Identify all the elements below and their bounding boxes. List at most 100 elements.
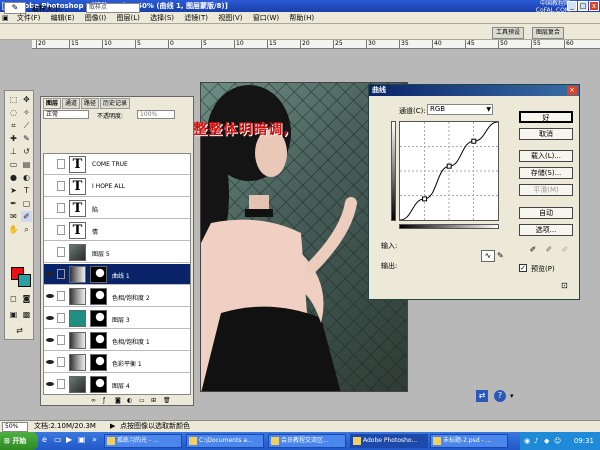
save-button[interactable]: 存储(S)...: [519, 167, 573, 179]
tray-network-icon[interactable]: ◉: [524, 432, 530, 450]
layer-row[interactable]: 色彩平衡 1: [44, 352, 190, 373]
layer-mask-thumbnail[interactable]: [90, 354, 107, 371]
taskbar-button[interactable]: 会员教程交流区...: [268, 434, 346, 448]
layer-row[interactable]: 色相/饱和度 2: [44, 286, 190, 307]
notes-icon[interactable]: ✉: [8, 211, 19, 222]
layer-row[interactable]: T情: [44, 220, 190, 241]
screen-mode-icon[interactable]: ▣: [8, 309, 19, 320]
quicklaunch-folder-icon[interactable]: ▣: [78, 435, 86, 444]
visibility-eye-icon[interactable]: [46, 293, 54, 299]
auto-button[interactable]: 自动: [519, 207, 573, 219]
layer-link-box[interactable]: [57, 203, 65, 213]
quick-mask-icon[interactable]: ◙: [21, 293, 32, 304]
load-button[interactable]: 载入(L)...: [519, 150, 573, 162]
visibility-eye-icon[interactable]: [46, 271, 54, 277]
menu-window[interactable]: 窗口(W): [249, 12, 283, 24]
layer-row[interactable]: 图层 4: [44, 374, 190, 394]
layer-style-icon[interactable]: ƒ: [103, 397, 105, 404]
curve-control-point[interactable]: [471, 138, 477, 144]
menu-filter[interactable]: 滤镜(T): [180, 12, 212, 24]
close-button[interactable]: x: [589, 1, 599, 11]
dropdown-arrow-icon[interactable]: ▾: [510, 390, 520, 402]
layer-link-box[interactable]: [57, 335, 65, 345]
eyedropper-icon[interactable]: ✎: [4, 2, 26, 14]
quicklaunch-ie-icon[interactable]: e: [42, 435, 47, 444]
layer-link-box[interactable]: [57, 269, 65, 279]
sample-size-select[interactable]: 取样点: [86, 3, 140, 13]
preview-checkbox[interactable]: ✓: [519, 264, 527, 272]
tab-channels[interactable]: 通道: [62, 98, 81, 109]
tray-volume-icon[interactable]: ♪: [534, 432, 538, 450]
tab-history[interactable]: 历史记录: [100, 98, 131, 109]
layer-row[interactable]: 图层 3: [44, 308, 190, 329]
clone-stamp-icon[interactable]: ⊥: [8, 146, 19, 157]
layer-link-box[interactable]: [57, 357, 65, 367]
fullscreen-mode-icon[interactable]: ▩: [21, 309, 32, 320]
layer-mask-thumbnail[interactable]: [90, 288, 107, 305]
history-brush-icon[interactable]: ↺: [21, 146, 32, 157]
visibility-eye-icon[interactable]: [46, 205, 54, 211]
link-layers-icon[interactable]: ∞: [91, 397, 96, 404]
layer-row[interactable]: T I HOPE ALL: [44, 176, 190, 197]
tab-layers[interactable]: 图层: [43, 98, 62, 109]
new-layer-icon[interactable]: ⊞: [151, 397, 156, 404]
layer-row[interactable]: 色相/饱和度 1: [44, 330, 190, 351]
menu-select[interactable]: 选择(S): [146, 12, 178, 24]
gradient-icon[interactable]: ▤: [21, 159, 32, 170]
marquee-icon[interactable]: ⬚: [8, 94, 19, 105]
maximize-button[interactable]: □: [578, 1, 588, 11]
curve-plot[interactable]: [400, 122, 498, 220]
eyedropper-tool-icon[interactable]: ✐: [21, 211, 32, 222]
layer-mask-thumbnail[interactable]: [90, 266, 107, 283]
layer-link-box[interactable]: [57, 313, 65, 323]
move-icon[interactable]: ✥: [21, 94, 32, 105]
imageready-icon[interactable]: ⇄: [14, 325, 25, 336]
tray-im-icon[interactable]: ☺: [554, 432, 561, 450]
layer-link-box[interactable]: [57, 159, 65, 169]
healing-brush-icon[interactable]: ✚: [8, 133, 19, 144]
visibility-eye-icon[interactable]: [46, 315, 54, 321]
zoom-field[interactable]: 50%: [2, 422, 28, 432]
crop-icon[interactable]: ⌗: [8, 120, 19, 131]
layer-row[interactable]: T陷: [44, 198, 190, 219]
taskbar-button[interactable]: 孤练习的光 - ...: [104, 434, 182, 448]
blur-icon[interactable]: ●: [8, 172, 19, 183]
new-group-icon[interactable]: ▭: [139, 397, 145, 404]
tab-paths[interactable]: 路径: [81, 98, 100, 109]
ok-button[interactable]: 好: [519, 111, 573, 123]
delete-layer-icon[interactable]: 🗑: [163, 397, 171, 404]
quicklaunch-media-icon[interactable]: ▶: [66, 435, 72, 444]
channel-select[interactable]: RGB ▼: [427, 104, 493, 115]
blend-mode-select[interactable]: 正常: [43, 110, 89, 119]
add-mask-icon[interactable]: ◙: [115, 397, 121, 404]
slice-icon[interactable]: ⟋: [21, 120, 32, 131]
white-point-eyedropper-icon[interactable]: ✐: [561, 245, 569, 255]
eraser-icon[interactable]: ▭: [8, 159, 19, 170]
curve-mode-icon[interactable]: ∿: [481, 250, 495, 262]
layer-link-box[interactable]: [57, 247, 65, 257]
layer-mask-thumbnail[interactable]: [90, 376, 107, 393]
visibility-eye-icon[interactable]: [46, 183, 54, 189]
menu-view[interactable]: 视图(V): [214, 12, 246, 24]
visibility-eye-icon[interactable]: [46, 227, 54, 233]
quicklaunch-desktop-icon[interactable]: ▭: [54, 435, 62, 444]
taskbar-button[interactable]: C:\Documents a...: [186, 434, 264, 448]
hand-icon[interactable]: ✋: [8, 224, 19, 235]
quicklaunch-more-icon[interactable]: »: [92, 435, 97, 444]
options-button[interactable]: 选项...: [519, 224, 573, 236]
layer-row[interactable]: 图层 5: [44, 242, 190, 263]
type-icon[interactable]: T: [21, 185, 32, 196]
gray-point-eyedropper-icon[interactable]: ✐: [545, 245, 553, 255]
curve-control-point[interactable]: [446, 163, 452, 169]
path-selection-icon[interactable]: ➤: [8, 185, 19, 196]
black-point-eyedropper-icon[interactable]: ✐: [529, 245, 537, 255]
menu-layer[interactable]: 图层(L): [112, 12, 143, 24]
layer-mask-thumbnail[interactable]: [90, 332, 107, 349]
cancel-button[interactable]: 取消: [519, 128, 573, 140]
taskbar-button[interactable]: Adobe Photosho...: [350, 434, 428, 448]
layer-link-box[interactable]: [57, 379, 65, 389]
tab-layer-comps[interactable]: 图层复合: [532, 27, 565, 39]
layer-row[interactable]: T COME TRUE: [44, 154, 190, 175]
smooth-button[interactable]: 平滑(M): [519, 184, 573, 196]
standard-mode-icon[interactable]: ◻: [8, 293, 19, 304]
